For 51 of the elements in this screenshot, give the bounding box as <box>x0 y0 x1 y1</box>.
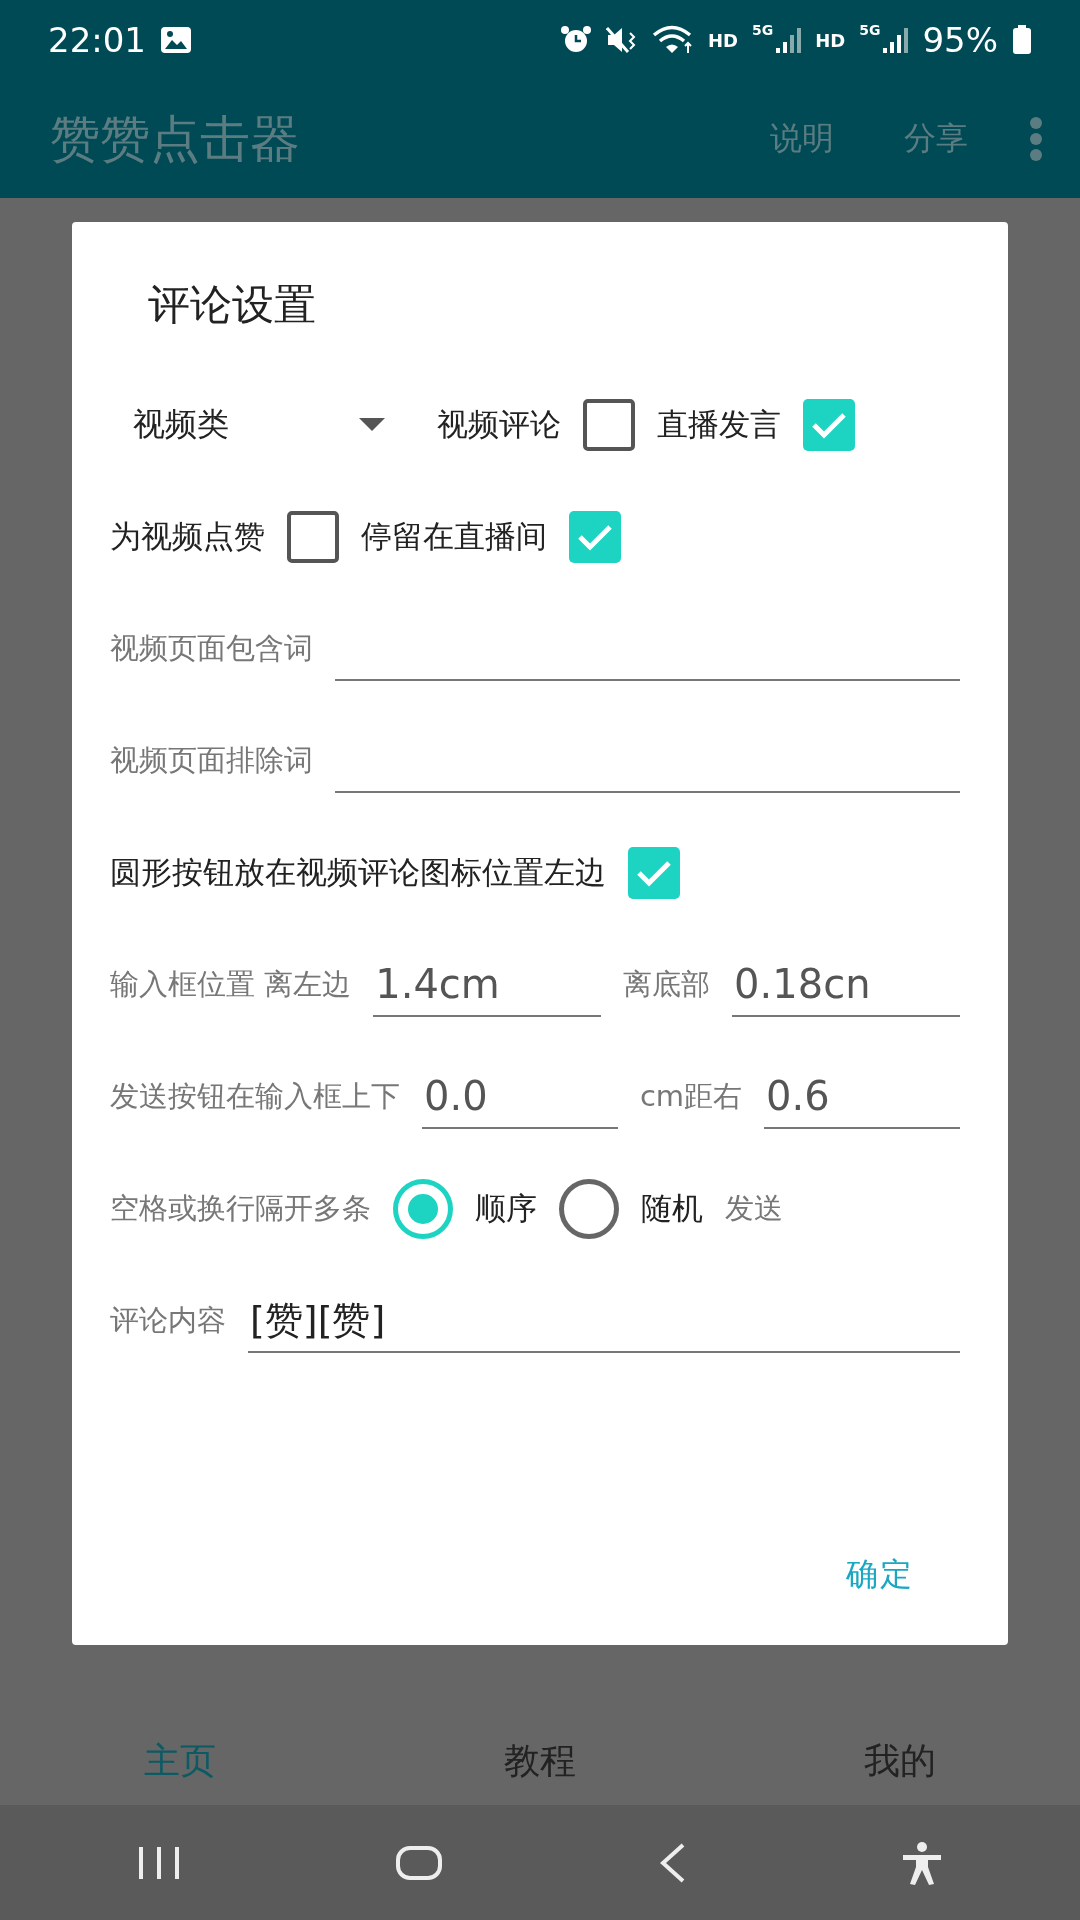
field-label: 视频页面排除词 <box>110 742 313 779</box>
checkbox-label: 视频评论 <box>437 405 561 444</box>
wifi-icon <box>651 25 694 55</box>
mute-icon <box>605 25 638 55</box>
field-label: 离底部 <box>623 966 711 1003</box>
alarm-icon <box>559 25 592 55</box>
accessibility-icon[interactable] <box>901 1840 943 1885</box>
field-label: 输入框位置 离左边 <box>110 966 352 1003</box>
network-label: HD <box>815 29 846 51</box>
checkbox[interactable] <box>583 399 635 451</box>
radio-label: 顺序 <box>475 1189 537 1228</box>
field-label: 发送按钮在输入框上下 <box>110 1078 400 1115</box>
input-field[interactable]: [赞][赞] <box>248 1289 960 1353</box>
checkbox[interactable] <box>803 399 855 451</box>
battery-icon <box>1012 25 1032 55</box>
input-field[interactable]: 0.6 <box>764 1065 960 1129</box>
battery-level: 95% <box>922 20 998 60</box>
app-title: 赞赞点击器 <box>50 108 301 170</box>
checkbox[interactable] <box>569 511 621 563</box>
field-label: 评论内容 <box>110 1302 226 1339</box>
image-icon <box>160 26 192 54</box>
home-icon[interactable] <box>395 1844 443 1881</box>
input-field[interactable]: 1.4cm <box>373 953 602 1017</box>
radio-button[interactable] <box>393 1179 453 1239</box>
checkbox[interactable] <box>628 847 680 899</box>
checkmark-icon <box>576 522 614 552</box>
checkmark-icon <box>635 858 673 888</box>
clock: 22:01 <box>48 20 146 60</box>
checkbox-label: 直播发言 <box>657 405 781 444</box>
recent-apps-icon[interactable] <box>137 1844 181 1881</box>
radio-label: 随机 <box>641 1189 703 1228</box>
signal-icon <box>882 26 909 54</box>
checkbox-label: 停留在直播间 <box>361 517 547 556</box>
caret-icon <box>359 418 385 432</box>
dropdown[interactable]: 视频类 <box>110 403 385 447</box>
checkbox-label: 圆形按钮放在视频评论图标位置左边 <box>110 853 606 892</box>
input-field[interactable]: 0.0 <box>422 1065 618 1129</box>
signal-icon <box>775 26 802 54</box>
network-label: 5G <box>859 22 881 38</box>
checkbox[interactable] <box>287 511 339 563</box>
field-label: 发送 <box>725 1190 783 1227</box>
field-label: 空格或换行隔开多条 <box>110 1190 371 1227</box>
network-label: 5G <box>751 22 774 38</box>
network-label: HD <box>707 29 738 51</box>
checkbox-label: 为视频点赞 <box>110 517 265 556</box>
input-field[interactable]: 0.18cn <box>732 953 960 1017</box>
radio-button[interactable] <box>559 1179 619 1239</box>
field-label: 视频页面包含词 <box>110 630 313 667</box>
field-label: cm距右 <box>639 1078 743 1115</box>
dialog-title: 评论设置 <box>148 279 317 331</box>
checkmark-icon <box>810 410 848 440</box>
